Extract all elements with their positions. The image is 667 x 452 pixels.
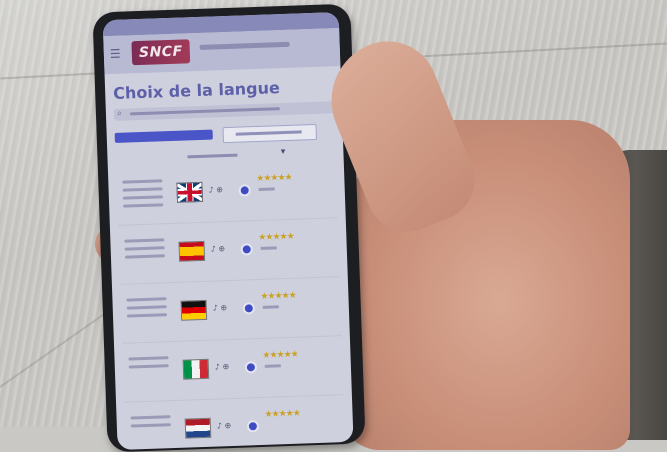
language-description — [128, 356, 169, 373]
language-description — [126, 297, 168, 322]
page-title: Choix de la langue — [112, 78, 281, 103]
chevron-down-icon: ▾ — [280, 146, 286, 158]
audio-control-icon[interactable]: ♪ ⊕ — [217, 421, 232, 430]
sncf-logo: SNCF — [131, 39, 191, 66]
rating-stars: ★★★★★ — [262, 349, 298, 361]
select-radio[interactable] — [242, 302, 256, 315]
phone-screen: ☰ SNCF Choix de la langue ⌕ ▾ ♪ ⊕ ★★★★★ — [102, 12, 354, 451]
rating-caption — [260, 246, 277, 250]
language-description — [130, 415, 172, 432]
search-input[interactable]: ⌕ — [113, 101, 335, 121]
language-row[interactable]: ♪ ⊕ ★★★★★ — [121, 336, 344, 403]
language-row[interactable]: ♪ ⊕ ★★★★★ — [117, 218, 340, 285]
menu-icon[interactable]: ☰ — [110, 47, 122, 61]
rating-caption — [262, 305, 279, 309]
italy-flag-icon — [182, 358, 210, 380]
audio-control-icon[interactable]: ♪ ⊕ — [215, 362, 230, 371]
language-row[interactable]: ♪ ⊕ ★★★★★ — [115, 159, 338, 226]
filter-label — [187, 153, 238, 159]
uk-flag-icon — [176, 181, 204, 203]
netherlands-flag-icon — [184, 417, 212, 439]
germany-flag-icon — [180, 299, 208, 321]
rating-stars: ★★★★★ — [260, 290, 296, 302]
select-radio[interactable] — [246, 420, 260, 433]
spain-flag-icon — [178, 240, 206, 262]
select-radio[interactable] — [238, 184, 251, 197]
audio-control-icon[interactable]: ♪ ⊕ — [211, 244, 226, 253]
header-caption — [199, 41, 290, 50]
rating-caption — [264, 364, 281, 368]
search-icon: ⌕ — [116, 108, 123, 119]
rating-caption — [258, 187, 275, 191]
smartphone: ☰ SNCF Choix de la langue ⌕ ▾ ♪ ⊕ ★★★★★ — [92, 3, 366, 452]
audio-control-icon[interactable]: ♪ ⊕ — [213, 303, 228, 312]
rating-stars: ★★★★★ — [256, 172, 292, 185]
tab-active[interactable] — [114, 129, 213, 143]
rating-stars: ★★★★★ — [264, 408, 301, 420]
select-radio[interactable] — [244, 361, 258, 374]
language-description — [122, 179, 164, 212]
audio-control-icon[interactable]: ♪ ⊕ — [209, 185, 224, 194]
language-row[interactable]: ♪ ⊕ ★★★★★ — [119, 277, 342, 344]
rating-stars: ★★★★★ — [258, 231, 294, 243]
tab-secondary[interactable] — [222, 123, 317, 144]
language-row[interactable]: ♪ ⊕ ★★★★★ — [124, 395, 346, 451]
app-header: ☰ SNCF — [103, 28, 341, 75]
search-placeholder — [129, 107, 280, 116]
language-tabs — [114, 123, 335, 145]
tab-label — [235, 130, 302, 136]
language-description — [124, 238, 165, 263]
select-radio[interactable] — [240, 243, 253, 256]
